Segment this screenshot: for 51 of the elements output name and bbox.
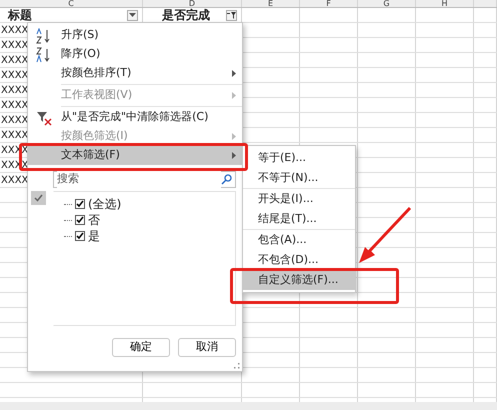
menu-item[interactable]: 不等于(N)... <box>243 168 355 188</box>
menu-item[interactable]: 按颜色排序(T) <box>28 64 242 83</box>
filter-icon <box>227 10 236 20</box>
column-header[interactable]: G <box>383 0 390 7</box>
column-header[interactable]: F <box>326 0 331 7</box>
check-mark-icon <box>31 191 46 205</box>
table-cell: XXXX <box>1 130 28 141</box>
checkbox-label: 是 <box>88 228 100 245</box>
menu-item[interactable]: 升序(S) <box>28 26 242 45</box>
checkbox-label: 否 <box>88 212 100 229</box>
column-header[interactable]: H <box>441 0 448 7</box>
table-cell: XXXX <box>1 25 28 36</box>
caret-icon <box>129 13 136 17</box>
ok-button[interactable]: 确定 <box>112 338 170 357</box>
menu-item[interactable]: 文本筛选(F) <box>28 146 242 165</box>
arrow <box>358 207 412 265</box>
table-cell: XXXX <box>1 40 28 51</box>
clear-filter-icon <box>36 110 52 126</box>
menu-item[interactable]: 等于(E)... <box>243 148 355 168</box>
dropdown-button[interactable] <box>127 10 138 20</box>
resize-grip-icon <box>234 363 240 369</box>
menu-item[interactable]: 结尾是(T)... <box>243 209 355 229</box>
table-cell: XXXX <box>1 70 28 81</box>
menu-item[interactable]: 降序(O) <box>28 45 242 64</box>
column-header[interactable]: E <box>268 0 274 7</box>
column-header[interactable]: D <box>188 0 196 7</box>
cancel-button[interactable]: 取消 <box>178 338 236 357</box>
sort-descending-icon <box>36 46 52 62</box>
header-cell-text: 是否完成 <box>161 8 211 22</box>
menu-item: 按颜色筛选(I) <box>28 127 242 146</box>
table-cell: XXXX <box>1 100 28 111</box>
table-cell: XXXX <box>1 85 28 96</box>
checkbox[interactable] <box>75 199 85 209</box>
search-icon <box>221 174 232 185</box>
filter-button[interactable] <box>226 10 237 20</box>
menu-item: 工作表视图(V) <box>28 86 242 105</box>
header-cell-text: 标题 <box>8 8 33 22</box>
checkbox[interactable] <box>75 231 85 241</box>
checkbox-label: (全选) <box>88 196 122 213</box>
menu-item[interactable]: 不包含(D)... <box>243 250 355 270</box>
table-cell: XXXX <box>1 115 28 126</box>
sort-ascending-icon <box>36 28 52 44</box>
menu-item[interactable]: 包含(A)... <box>243 230 355 250</box>
menu-item[interactable]: 自定义筛选(F)... <box>243 270 355 290</box>
search-field[interactable]: 搜索 <box>53 171 236 188</box>
table-cell: XXXX <box>1 55 28 66</box>
table-cell: XXXX <box>1 175 28 186</box>
menu-item[interactable]: 从"是否完成"中清除筛选器(C) <box>28 108 242 127</box>
menu-item[interactable]: 开头是(I)... <box>243 189 355 209</box>
column-header[interactable]: C <box>68 0 74 7</box>
checkbox[interactable] <box>75 215 85 225</box>
